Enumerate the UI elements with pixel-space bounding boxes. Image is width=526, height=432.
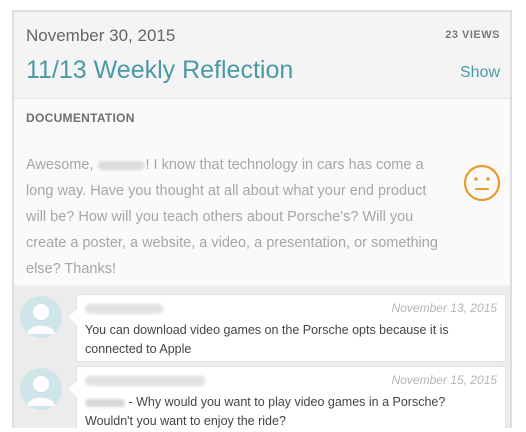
post-title[interactable]: 11/13 Weekly Reflection (26, 56, 293, 85)
user-silhouette-icon (27, 304, 55, 334)
comment-date: November 15, 2015 (391, 373, 497, 387)
documentation-text: Awesome, ! I know that technology in car… (26, 152, 446, 282)
comment-item: November 15, 2015 - Why would you want t… (14, 366, 510, 428)
redacted-name (98, 160, 145, 170)
documentation-greeting: Awesome, (26, 157, 94, 173)
documentation-body: ! I know that technology in cars has com… (26, 157, 438, 277)
comment-bubble: November 13, 2015 You can download video… (69, 294, 506, 362)
comment-text: - Why would you want to play video games… (85, 393, 485, 428)
comment-date: November 13, 2015 (391, 301, 497, 315)
post-date: November 30, 2015 (26, 26, 176, 45)
neutral-face-icon[interactable] (462, 163, 502, 203)
views-count: 23 VIEWS (445, 29, 500, 41)
post-header: November 30, 2015 23 VIEWS 11/13 Weekly … (14, 12, 510, 99)
redacted-author (85, 304, 163, 314)
user-silhouette-icon (27, 376, 55, 406)
documentation-section: DOCUMENTATION Awesome, ! I know that tec… (14, 99, 510, 285)
comment-item: November 13, 2015 You can download video… (14, 294, 510, 364)
post-card: November 30, 2015 23 VIEWS 11/13 Weekly … (12, 10, 512, 428)
comment-text: You can download video games on the Pors… (85, 323, 449, 356)
redacted-author (85, 376, 205, 386)
comment-body: - Why would you want to play video games… (85, 395, 446, 428)
avatar (20, 296, 62, 338)
documentation-label: DOCUMENTATION (26, 111, 135, 125)
comment-bubble: November 15, 2015 - Why would you want t… (69, 366, 506, 428)
comments-section: November 13, 2015 You can download video… (14, 286, 510, 428)
show-link[interactable]: Show (460, 64, 500, 82)
redacted-mention (85, 398, 125, 407)
avatar (20, 368, 62, 410)
